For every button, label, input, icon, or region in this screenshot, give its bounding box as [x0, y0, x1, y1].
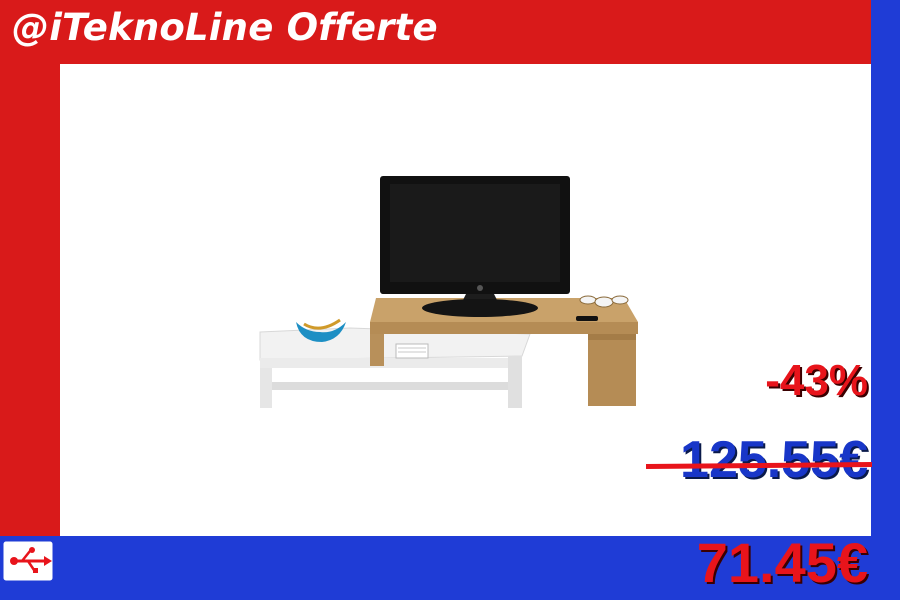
- usb-monitor-icon: [0, 538, 56, 595]
- left-red-bar: [0, 64, 60, 536]
- old-price: 125.55€: [680, 431, 868, 489]
- right-blue-bar: [871, 0, 900, 600]
- tv-stand-photo: [259, 176, 638, 408]
- new-price: 71.45€: [696, 531, 868, 594]
- brand-title: @iTeknoLine Offerte: [12, 6, 438, 49]
- discount-label: -43%: [765, 356, 868, 405]
